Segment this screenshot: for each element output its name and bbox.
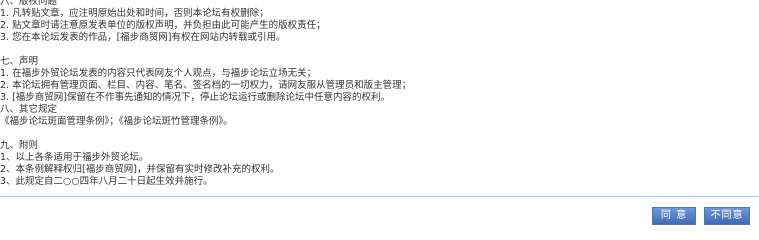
section-7-item: 2. 本论坛拥有管理页面、栏目、内容、笔名、签名档的一切权力，请网友服从管理员和… — [0, 80, 412, 91]
agree-button[interactable]: 同 意 — [652, 207, 696, 225]
disagree-button[interactable]: 不同意 — [704, 207, 750, 225]
button-bar — [0, 196, 759, 233]
rules-text: 六、版权问题 1. 凡转贴文章，应注明原始出处和时间，否则本论坛有权删除； 2.… — [0, 0, 755, 188]
section-6-item: 3. 您在本论坛发表的作品，[福步商贸网]有权在网站内转载或引用。 — [0, 32, 286, 43]
section-9-item: 2、本条例解释权归[福步商贸网]，并保留有实时修改补充的权利。 — [0, 164, 280, 175]
section-8-item: 《福步论坛斑面管理条例》；《福步论坛斑竹管理条例》。 — [0, 116, 233, 127]
section-8-heading: 八、其它规定 — [0, 104, 58, 115]
section-9-item: 3、此规定自二○○四年八月二十日起生效并施行。 — [0, 176, 213, 187]
section-7-item: 3. [福步商贸网]保留在不作事先通知的情况下，停止论坛运行或删除论坛中任意内容… — [0, 92, 390, 103]
section-6-item: 1. 凡转贴文章，应注明原始出处和时间，否则本论坛有权删除； — [0, 8, 269, 19]
section-7-item: 1. 在福步外贸论坛发表的内容只代表网友个人观点，与福步论坛立场无关； — [0, 68, 317, 79]
section-6-heading: 六、版权问题 — [0, 0, 58, 7]
section-6-item: 2. 贴文章时请注意原发表单位的版权声明，并负担由此可能产生的版权责任； — [0, 20, 326, 31]
section-7-heading: 七、声明 — [0, 56, 39, 67]
section-9-heading: 九、附则 — [0, 140, 39, 151]
section-9-item: 1、以上各条适用于福步外贸论坛。 — [0, 152, 149, 163]
